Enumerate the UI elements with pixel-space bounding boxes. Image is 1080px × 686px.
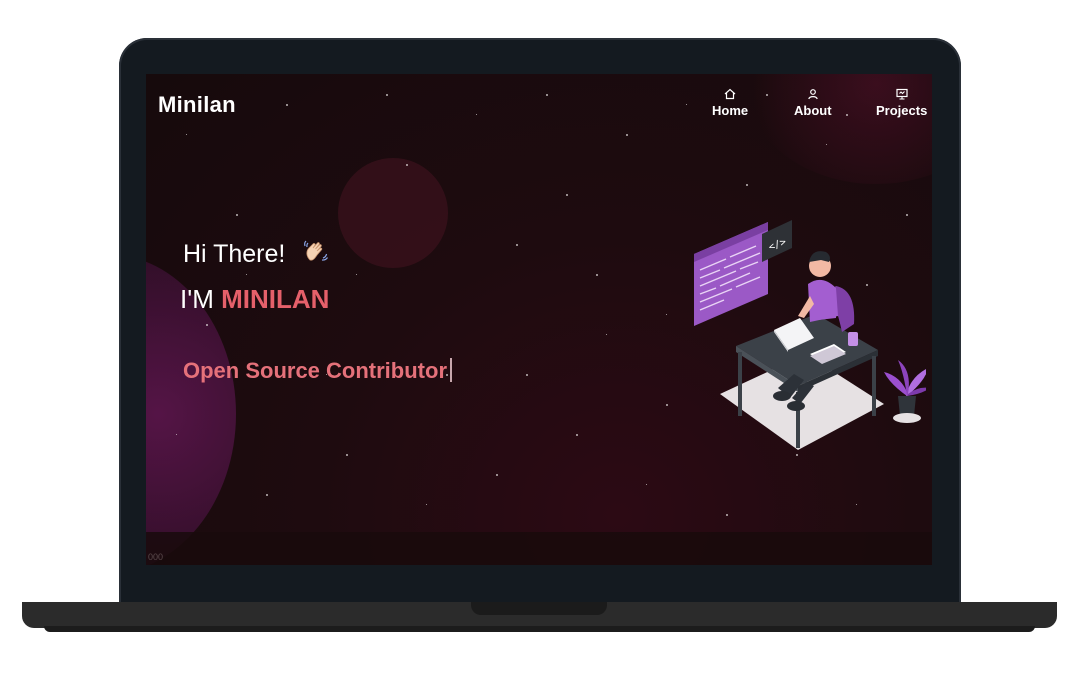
star xyxy=(596,274,598,276)
star xyxy=(846,114,848,116)
code-window-icon: </> xyxy=(694,220,792,326)
star xyxy=(666,314,667,315)
star xyxy=(356,274,357,275)
typed-role: Open Source Contributor xyxy=(183,358,452,384)
nav-about[interactable]: About xyxy=(794,88,832,118)
star xyxy=(606,334,607,335)
website-screen: Minilan Home About Projects Hi There! I'… xyxy=(146,74,932,565)
star xyxy=(476,114,477,115)
nav-projects[interactable]: Projects xyxy=(876,88,927,118)
star xyxy=(496,474,498,476)
star xyxy=(626,134,628,136)
star xyxy=(546,94,548,96)
star xyxy=(266,494,268,496)
nav-projects-label: Projects xyxy=(876,103,928,118)
hero-intro: I'M MINILAN xyxy=(180,284,329,315)
waving-hand-icon xyxy=(302,238,330,273)
laptop-base-shadow xyxy=(44,626,1035,632)
star xyxy=(726,514,728,516)
star xyxy=(246,274,247,275)
site-logo[interactable]: Minilan xyxy=(158,92,236,118)
star xyxy=(346,454,348,456)
star xyxy=(176,434,177,435)
footer-bar xyxy=(146,532,932,565)
star xyxy=(576,434,578,436)
star xyxy=(186,134,187,135)
typing-caret xyxy=(450,358,452,382)
typed-role-text: Open Source Contributor xyxy=(183,358,447,383)
star xyxy=(236,214,238,216)
decor-circle xyxy=(338,158,448,268)
star xyxy=(646,484,647,485)
star xyxy=(746,184,748,186)
star xyxy=(286,104,288,106)
star xyxy=(766,94,768,96)
star xyxy=(686,104,687,105)
developer-illustration: </> xyxy=(694,220,926,450)
star xyxy=(386,94,388,96)
star xyxy=(856,504,857,505)
user-icon xyxy=(807,89,818,100)
projects-icon xyxy=(896,88,908,100)
nav-about-label: About xyxy=(794,103,832,118)
intro-prefix: I'M xyxy=(180,284,222,314)
hero-greeting: Hi There! xyxy=(183,238,330,273)
footer-text: 000 xyxy=(148,552,164,562)
greeting-text: Hi There! xyxy=(183,240,286,269)
star xyxy=(566,194,568,196)
nav-home-label: Home xyxy=(712,103,749,118)
star xyxy=(666,404,668,406)
laptop-notch xyxy=(471,602,607,615)
star xyxy=(516,244,518,246)
star xyxy=(826,144,827,145)
star xyxy=(206,324,208,326)
intro-name: MINILAN xyxy=(221,284,330,314)
star xyxy=(406,164,408,166)
star xyxy=(526,374,528,376)
nav-home[interactable]: Home xyxy=(712,88,748,118)
home-icon xyxy=(724,88,736,100)
star xyxy=(426,504,427,505)
